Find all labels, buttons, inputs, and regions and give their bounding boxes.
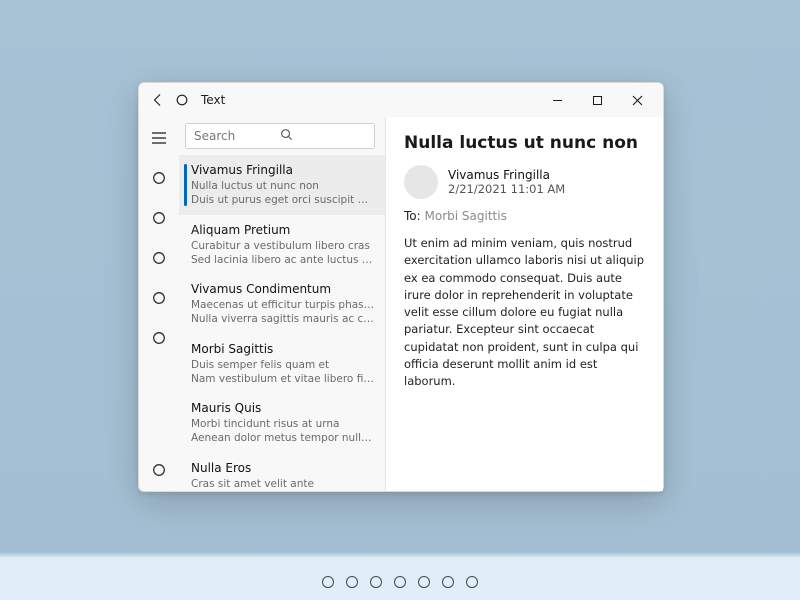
- message-list: Vivamus FringillaNulla luctus ut nunc no…: [179, 155, 385, 491]
- minimize-button[interactable]: [537, 86, 577, 114]
- message-from: Aliquam Pretium: [191, 222, 375, 238]
- to-label: To:: [404, 209, 421, 223]
- avatar: [404, 165, 438, 199]
- window-title: Text: [201, 93, 225, 107]
- sender-name: Vivamus Fringilla: [448, 168, 565, 182]
- message-list-pane: Search Vivamus FringillaNulla luctus ut …: [179, 117, 385, 491]
- message-preview: Nulla viverra sagittis mauris ac convall…: [191, 312, 375, 326]
- message-preview: Aenean dolor metus tempor nulla ac dapib…: [191, 431, 375, 445]
- nav-item-footer[interactable]: [139, 455, 179, 485]
- titlebar: Text: [139, 83, 663, 117]
- sent-date: 2/21/2021 11:01 AM: [448, 182, 565, 196]
- message-title: Nulla luctus ut nunc non: [404, 133, 645, 153]
- detail-pane: Nulla luctus ut nunc non Vivamus Fringil…: [385, 117, 663, 491]
- nav-item-5[interactable]: [139, 323, 179, 353]
- message-item[interactable]: Morbi SagittisDuis semper felis quam etN…: [179, 334, 385, 394]
- nav-item-4[interactable]: [139, 283, 179, 313]
- maximize-button[interactable]: [577, 86, 617, 114]
- page-dot[interactable]: [394, 576, 406, 588]
- close-button[interactable]: [617, 86, 657, 114]
- nav-item-2[interactable]: [139, 203, 179, 233]
- page-dot[interactable]: [418, 576, 430, 588]
- search-icon: [280, 128, 366, 144]
- message-subject: Duis semper felis quam et: [191, 358, 375, 372]
- page-indicator: [0, 576, 800, 588]
- message-body: Ut enim ad minim veniam, quis nostrud ex…: [404, 235, 645, 390]
- message-subject: Morbi tincidunt risus at urna: [191, 417, 375, 431]
- app-icon: [175, 93, 189, 107]
- message-from: Vivamus Fringilla: [191, 162, 375, 178]
- to-value: Morbi Sagittis: [425, 209, 507, 223]
- message-from: Nulla Eros: [191, 460, 375, 476]
- message-preview: Nam vestibulum et vitae libero finibus e…: [191, 372, 375, 386]
- message-preview: Sed lacinia libero ac ante luctus nec in…: [191, 253, 375, 267]
- message-item[interactable]: Vivamus FringillaNulla luctus ut nunc no…: [179, 155, 385, 215]
- message-item[interactable]: Nulla ErosCras sit amet velit anteEtiam …: [179, 453, 385, 491]
- message-subject: Curabitur a vestibulum libero cras: [191, 239, 375, 253]
- recipient-line: To: Morbi Sagittis: [404, 209, 645, 223]
- page-dot[interactable]: [370, 576, 382, 588]
- message-preview: Duis ut purus eget orci suscipit malesua…: [191, 193, 375, 207]
- nav-rail: [139, 117, 179, 491]
- message-item[interactable]: Mauris QuisMorbi tincidunt risus at urna…: [179, 393, 385, 453]
- nav-item-3[interactable]: [139, 243, 179, 273]
- page-dot[interactable]: [466, 576, 478, 588]
- message-subject: Cras sit amet velit ante: [191, 477, 375, 491]
- message-from: Vivamus Condimentum: [191, 281, 375, 297]
- search-input[interactable]: Search: [185, 123, 375, 149]
- search-placeholder: Search: [194, 129, 280, 143]
- message-subject: Maecenas ut efficitur turpis phasellus: [191, 298, 375, 312]
- message-item[interactable]: Vivamus CondimentumMaecenas ut efficitur…: [179, 274, 385, 334]
- hamburger-button[interactable]: [139, 123, 179, 153]
- back-button[interactable]: [151, 93, 165, 107]
- message-from: Mauris Quis: [191, 400, 375, 416]
- page-dot[interactable]: [322, 576, 334, 588]
- app-window: Text Search: [138, 82, 664, 492]
- message-item[interactable]: Aliquam PretiumCurabitur a vestibulum li…: [179, 215, 385, 275]
- message-subject: Nulla luctus ut nunc non: [191, 179, 375, 193]
- nav-item-1[interactable]: [139, 163, 179, 193]
- message-from: Morbi Sagittis: [191, 341, 375, 357]
- page-dot[interactable]: [346, 576, 358, 588]
- page-dot[interactable]: [442, 576, 454, 588]
